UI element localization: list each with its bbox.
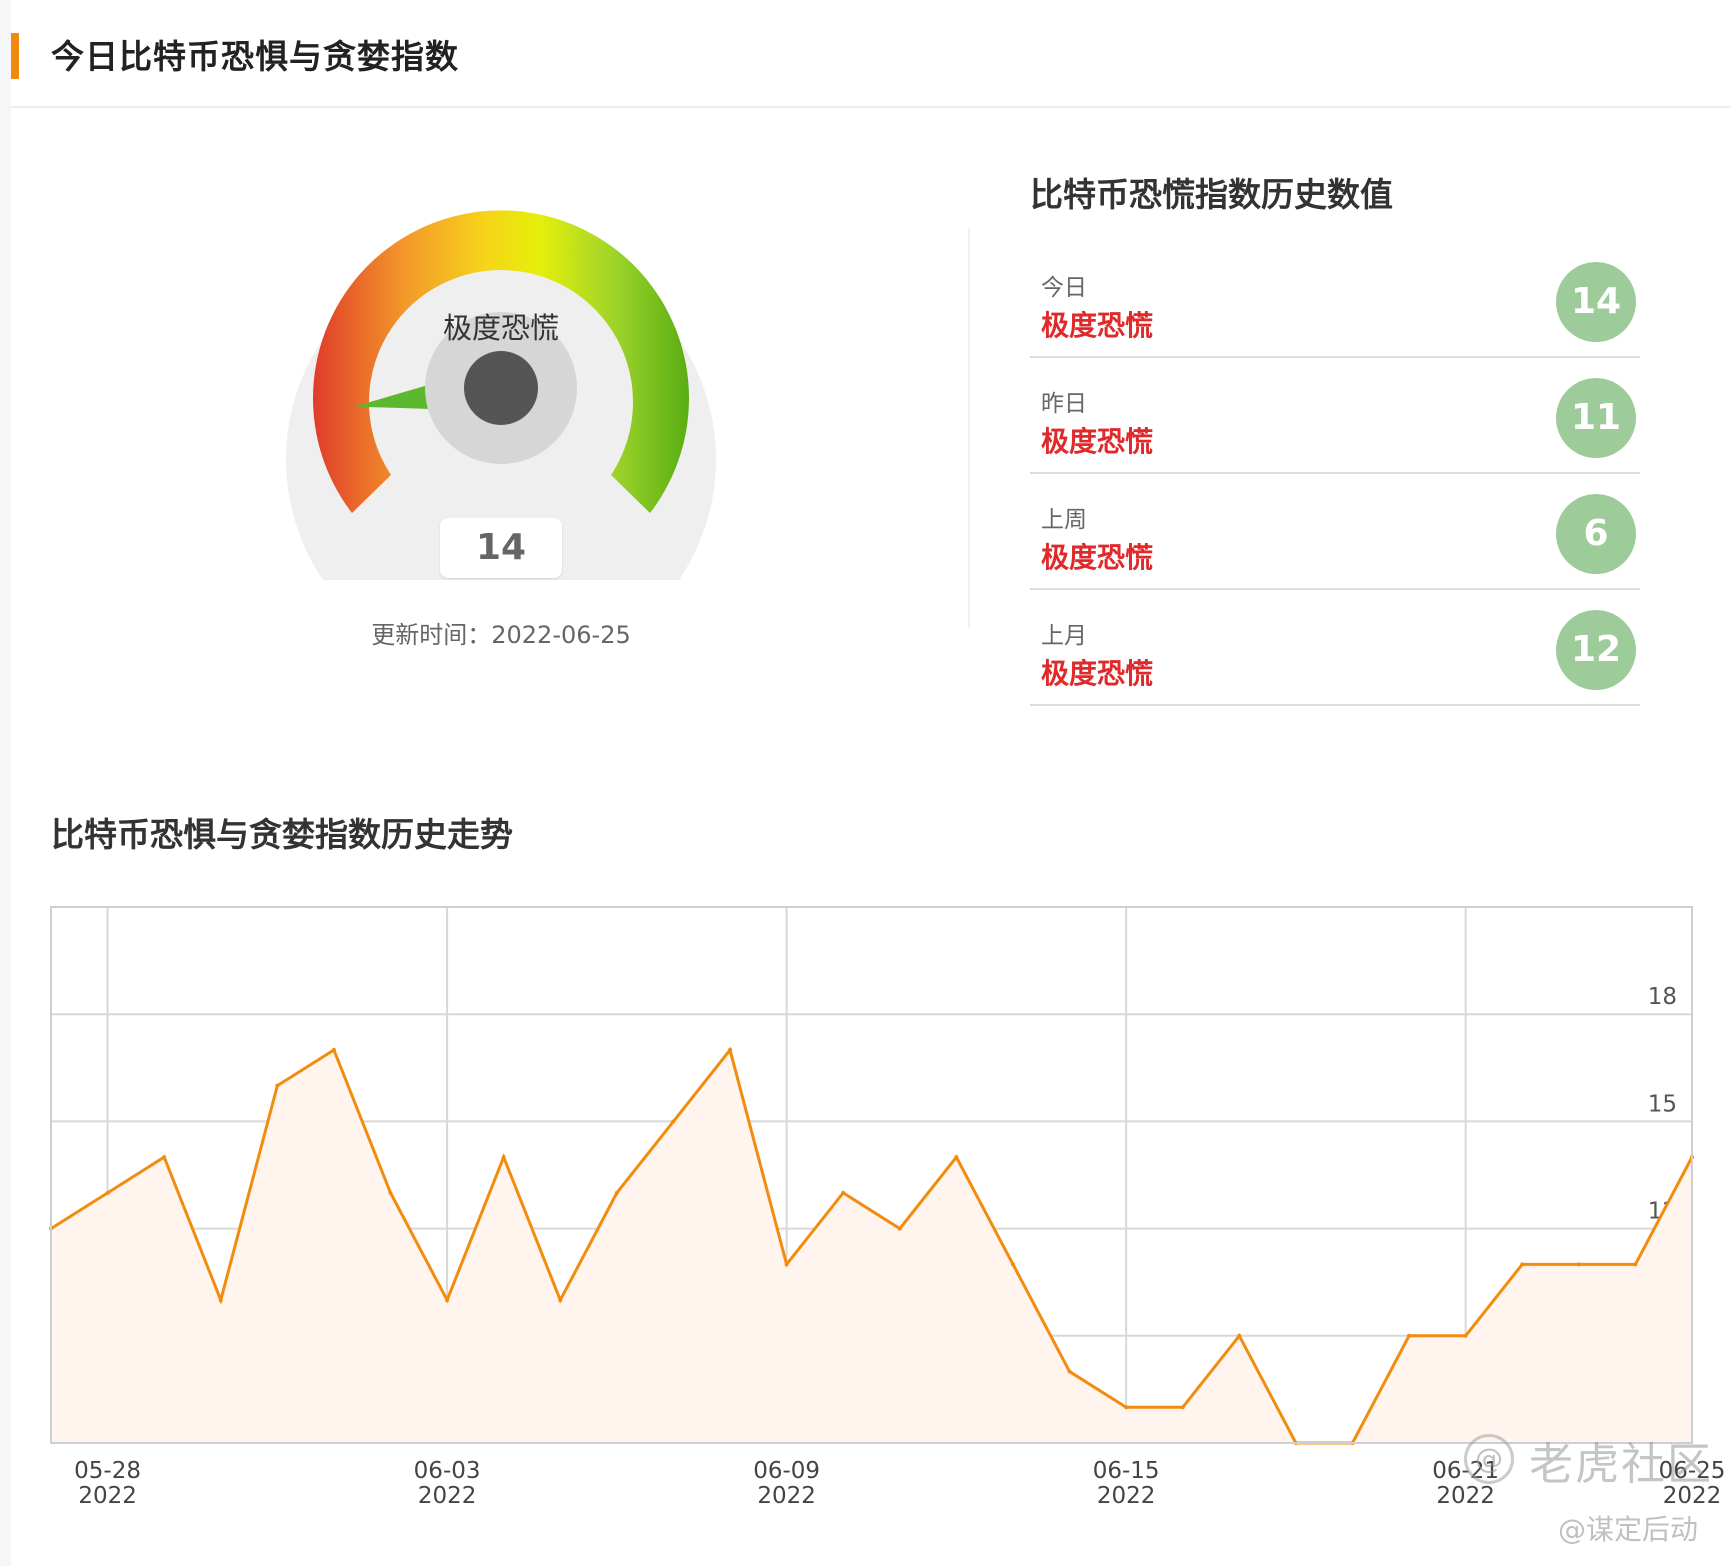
chart-data-point [388, 1190, 393, 1195]
chart-data-point [614, 1190, 619, 1195]
chart-data-point [1010, 1262, 1015, 1267]
watermark-user: @谋定后动 [1558, 1513, 1699, 1546]
chart-data-point [105, 1190, 110, 1195]
watermark-name: 老虎社区 [1529, 1439, 1713, 1490]
chart-data-point [558, 1298, 563, 1303]
chart-data-point [1237, 1333, 1242, 1338]
watermark-logo: @ [1464, 1434, 1514, 1484]
chart-x-tick-year: 2022 [418, 1483, 477, 1509]
chart-data-point [1633, 1262, 1638, 1267]
chart-data-point [1180, 1405, 1185, 1410]
chart-data-point [162, 1155, 167, 1160]
chart-x-tick-year: 2022 [78, 1483, 137, 1509]
chart-data-point [1407, 1333, 1412, 1338]
chart-data-point [671, 1119, 676, 1124]
chart-data-point [275, 1083, 280, 1088]
chart-x-tick-label: 05-28 [74, 1458, 141, 1484]
chart-data-point [1463, 1333, 1468, 1338]
chart-data-point [841, 1190, 846, 1195]
chart-data-point [954, 1155, 959, 1160]
chart-data-point [445, 1298, 450, 1303]
chart-x-tick-label: 06-15 [1093, 1458, 1160, 1484]
chart-area-fill [51, 1049, 1692, 1443]
trend-chart: 912151805-28202206-03202206-09202206-152… [49, 906, 1725, 1509]
chart-data-point [331, 1047, 336, 1052]
chart-data-point [501, 1155, 506, 1160]
chart-data-point [897, 1226, 902, 1231]
chart-x-tick-year: 2022 [757, 1483, 816, 1509]
chart-data-point [1520, 1262, 1525, 1267]
chart-y-tick-label: 18 [1648, 984, 1677, 1010]
chart-data-point [1124, 1405, 1129, 1410]
chart-data-point [1576, 1262, 1581, 1267]
chart-x-tick-year: 2022 [1097, 1483, 1156, 1509]
chart-data-point [218, 1298, 223, 1303]
chart-y-tick-label: 15 [1648, 1091, 1677, 1117]
chart-data-point [1067, 1369, 1072, 1374]
fear-greed-card: 今日比特币恐惧与贪婪指数 极度恐慌 14 更新时间：2022-06-25 比特币… [11, 0, 1731, 1566]
chart-data-point [728, 1047, 733, 1052]
chart-x-tick-year: 2022 [1436, 1483, 1495, 1509]
chart-x-tick-label: 06-09 [753, 1458, 820, 1484]
chart-data-point [784, 1262, 789, 1267]
chart-x-tick-label: 06-03 [414, 1458, 481, 1484]
